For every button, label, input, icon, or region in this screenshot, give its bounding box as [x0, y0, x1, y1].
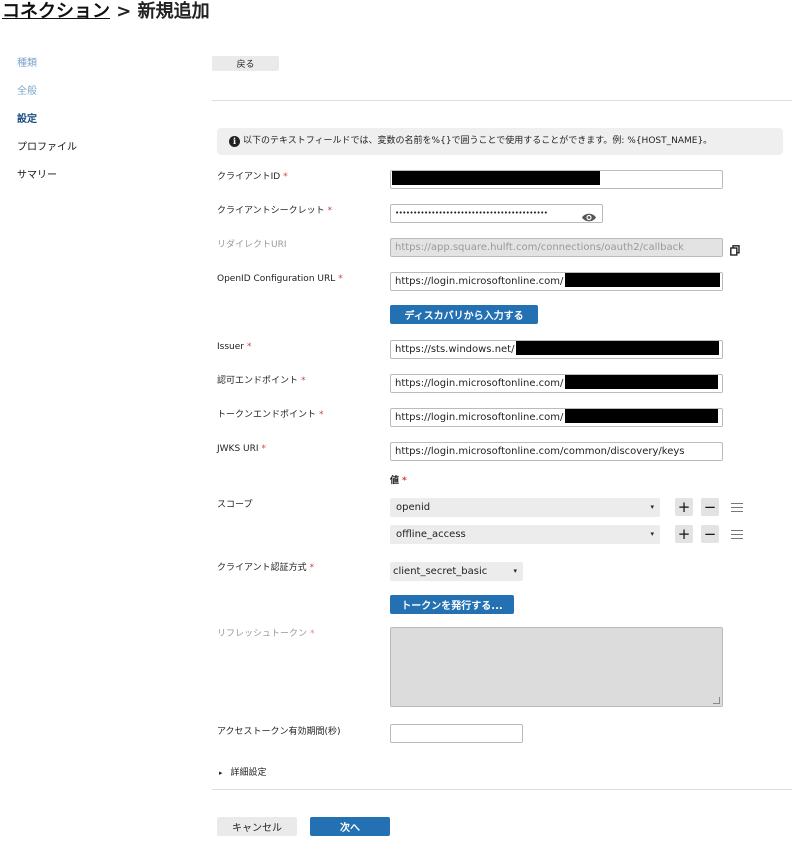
drag-handle-icon[interactable]: [731, 503, 743, 513]
advanced-settings-toggle[interactable]: ▸ 詳細設定: [219, 767, 267, 779]
step-general[interactable]: 全般: [17, 85, 37, 99]
resize-handle-icon: [713, 697, 720, 704]
redacted-value: [565, 409, 719, 423]
remove-scope-button[interactable]: −: [701, 498, 719, 516]
jwks-uri-label: JWKS URI *: [217, 444, 267, 454]
page-title: コネクション > 新規追加: [2, 0, 210, 24]
token-endpoint-input[interactable]: https://login.microsoftonline.com/: [390, 408, 723, 427]
jwks-uri-input[interactable]: https://login.microsoftonline.com/common…: [390, 442, 723, 461]
step-summary: サマリー: [17, 170, 57, 181]
step-type[interactable]: 種類: [17, 57, 37, 71]
back-button[interactable]: 戻る: [212, 56, 279, 71]
redacted-value: [565, 375, 719, 389]
chevron-down-icon: ▾: [650, 530, 654, 538]
scope-value-header: 値 *: [390, 476, 407, 486]
redirect-uri-label: リダイレクトURI: [217, 240, 287, 250]
scope-label: スコープ: [217, 500, 253, 510]
issuer-label: Issuer *: [217, 342, 252, 352]
bottom-divider: [212, 789, 792, 790]
redacted-value: [516, 341, 720, 355]
next-button[interactable]: 次へ: [310, 817, 390, 836]
openid-url-input[interactable]: https://login.microsoftonline.com/: [390, 272, 723, 291]
variable-info-banner: i 以下のテキストフィールドでは、変数の名前を%{}で囲うことで使用することがで…: [217, 128, 783, 155]
add-scope-button[interactable]: +: [675, 525, 693, 543]
copy-icon[interactable]: [730, 241, 740, 256]
step-settings: 設定: [17, 114, 37, 125]
refresh-token-textarea: [390, 627, 723, 707]
chevron-down-icon: ▾: [650, 503, 654, 511]
info-icon: i: [229, 136, 240, 147]
auth-endpoint-input[interactable]: https://login.microsoftonline.com/: [390, 374, 723, 393]
issuer-input[interactable]: https://sts.windows.net/: [390, 340, 723, 359]
refresh-token-label: リフレッシュトークン *: [217, 629, 315, 639]
client-id-input[interactable]: [390, 170, 723, 189]
eye-icon[interactable]: [581, 208, 597, 222]
scope-select-2[interactable]: offline_access ▾: [390, 525, 660, 544]
breadcrumb-current: > 新規追加: [110, 1, 210, 22]
access-token-ttl-input[interactable]: [390, 724, 523, 743]
redacted-value: [392, 171, 600, 185]
breadcrumb-connections-link[interactable]: コネクション: [2, 1, 110, 22]
openid-url-label: OpenID Configuration URL *: [217, 274, 343, 284]
access-token-ttl-label: アクセストークン有効期間(秒): [217, 727, 341, 737]
chevron-down-icon: ▾: [513, 567, 517, 575]
top-divider: [212, 100, 792, 101]
cancel-button[interactable]: キャンセル: [217, 817, 297, 836]
add-scope-button[interactable]: +: [675, 498, 693, 516]
token-endpoint-label: トークンエンドポイント *: [217, 410, 324, 420]
remove-scope-button[interactable]: −: [701, 525, 719, 543]
client-id-label: クライアントID *: [217, 172, 288, 182]
step-profile: プロファイル: [17, 142, 77, 153]
drag-handle-icon[interactable]: [731, 530, 743, 540]
client-auth-label: クライアント認証方式 *: [217, 563, 315, 573]
info-text: 以下のテキストフィールドでは、変数の名前を%{}で囲うことで使用することができま…: [243, 136, 713, 146]
scope-select-1[interactable]: openid ▾: [390, 498, 660, 517]
client-secret-input[interactable]: ••••••••••••••••••••••••••••••••••••••••…: [390, 204, 603, 223]
triangle-right-icon: ▸: [219, 769, 223, 777]
redacted-value: [565, 273, 721, 287]
issue-token-button[interactable]: トークンを発行する...: [390, 595, 514, 614]
client-secret-label: クライアントシークレット *: [217, 206, 333, 216]
auth-endpoint-label: 認可エンドポイント *: [217, 376, 306, 386]
redirect-uri-input: https://app.square.hulft.com/connections…: [390, 238, 723, 257]
discover-button[interactable]: ディスカバリから入力する: [390, 305, 538, 324]
client-auth-select[interactable]: client_secret_basic ▾: [390, 562, 523, 581]
